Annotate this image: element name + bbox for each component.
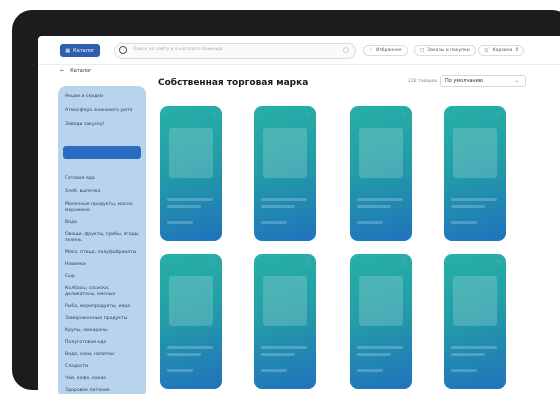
sidebar-item[interactable]: Акции и скидки	[65, 94, 141, 100]
category-sidebar: Акции и скидки Атмосфера знакомого уюта …	[58, 86, 146, 394]
product-price-placeholder	[261, 369, 287, 372]
product-name-placeholder	[261, 198, 307, 201]
product-card[interactable]: ♡	[254, 106, 316, 241]
chevron-down-icon: ⌄	[514, 78, 519, 84]
product-name-placeholder	[357, 198, 403, 201]
sidebar-item[interactable]: Вода	[65, 220, 141, 226]
sidebar-item[interactable]: Готовая еда	[65, 176, 141, 182]
product-name-placeholder	[357, 353, 391, 356]
arrow-left-icon: ←	[60, 68, 65, 74]
product-name-placeholder	[167, 205, 201, 208]
cart-count: 0	[515, 48, 519, 53]
product-price-placeholder	[451, 369, 477, 372]
sidebar-item[interactable]: Хлеб, выпечка	[65, 189, 141, 195]
sidebar-item[interactable]: Атмосфера знакомого уюта	[65, 108, 141, 114]
cart-button[interactable]: 🛒 Корзина 0	[478, 45, 525, 56]
sidebar-item[interactable]: Вода, соки, напитки	[65, 352, 141, 358]
product-card[interactable]: ♡	[444, 254, 506, 389]
grid-icon: ▦	[65, 47, 71, 54]
sidebar-item[interactable]: Мясо, птица, полуфабрикаты	[65, 250, 141, 256]
product-name-placeholder	[357, 205, 391, 208]
orders-button[interactable]: ▢ Заказы и покупки	[414, 45, 476, 56]
product-name-placeholder	[451, 353, 485, 356]
product-image	[263, 276, 307, 326]
product-name-placeholder	[451, 346, 497, 349]
sidebar-item[interactable]: Здоровое питание	[65, 388, 141, 394]
product-card[interactable]: ♡	[350, 254, 412, 389]
cart-icon: 🛒	[484, 48, 490, 53]
search-icon	[119, 46, 127, 54]
sidebar-item[interactable]: Сыр	[65, 274, 141, 280]
product-card[interactable]: ♡	[350, 106, 412, 241]
page-title: Собственная торговая марка	[158, 78, 309, 88]
search-placeholder: Поиск по сайту и в каталоге бомонда	[133, 47, 223, 52]
header-bar: ▦ Каталог Поиск по сайту и в каталоге бо…	[38, 36, 560, 65]
heart-icon[interactable]: ♡	[495, 112, 500, 119]
product-price-placeholder	[261, 221, 287, 224]
product-card[interactable]: ♡	[444, 106, 506, 241]
heart-icon[interactable]: ♡	[305, 260, 310, 267]
product-price-placeholder	[357, 221, 383, 224]
back-link[interactable]: ← Каталог	[60, 68, 92, 74]
sidebar-item[interactable]: Колбасы, сосиски, деликатесы, мясные	[65, 286, 141, 298]
heart-icon[interactable]: ♡	[211, 112, 216, 119]
product-image	[169, 128, 213, 178]
product-image	[453, 276, 497, 326]
sidebar-item[interactable]: Рыба, морепродукты, икра	[65, 304, 141, 310]
cart-label: Корзина	[492, 48, 513, 53]
heart-icon[interactable]: ♡	[211, 260, 216, 267]
sidebar-item[interactable]: Чай, кофе, какао	[65, 376, 141, 382]
product-name-placeholder	[261, 205, 295, 208]
product-name-placeholder	[261, 346, 307, 349]
clear-search-icon[interactable]: ○	[343, 46, 349, 55]
product-card[interactable]: ♡	[160, 254, 222, 389]
product-name-placeholder	[357, 346, 403, 349]
sidebar-item[interactable]: Полуготовая еда	[65, 340, 141, 346]
product-price-placeholder	[451, 221, 477, 224]
product-image	[359, 276, 403, 326]
sidebar-item[interactable]: Овощи, фрукты, грибы, ягоды, зелень	[65, 232, 141, 244]
product-price-placeholder	[357, 369, 383, 372]
product-name-placeholder	[451, 198, 497, 201]
search-input[interactable]: Поиск по сайту и в каталоге бомонда ○	[114, 43, 356, 59]
browser-screen: ▦ Каталог Поиск по сайту и в каталоге бо…	[38, 36, 560, 394]
box-icon: ▢	[420, 48, 425, 53]
sort-select[interactable]: По умолчанию ⌄	[440, 75, 526, 87]
product-card[interactable]: ♡	[254, 254, 316, 389]
product-image	[453, 128, 497, 178]
product-name-placeholder	[261, 353, 295, 356]
heart-icon: ♡	[369, 48, 374, 53]
sidebar-item[interactable]: Сладости	[65, 364, 141, 370]
sidebar-item[interactable]: Крупы, макароны	[65, 328, 141, 334]
catalog-button-label: Каталог	[73, 47, 95, 54]
product-image	[263, 128, 307, 178]
product-card[interactable]: ♡	[160, 106, 222, 241]
orders-label: Заказы и покупки	[427, 48, 470, 53]
sidebar-item[interactable]: Заведи закуску!	[65, 122, 141, 128]
heart-icon[interactable]: ♡	[305, 112, 310, 119]
product-name-placeholder	[167, 198, 213, 201]
heart-icon[interactable]: ♡	[495, 260, 500, 267]
product-name-placeholder	[167, 346, 213, 349]
product-image	[169, 276, 213, 326]
sidebar-item[interactable]: Новинки	[65, 262, 141, 268]
favorites-button[interactable]: ♡ Избранное	[363, 45, 408, 56]
sidebar-item[interactable]: Молочные продукты, масло, морожено	[65, 202, 141, 214]
device-frame: ▦ Каталог Поиск по сайту и в каталоге бо…	[12, 10, 560, 394]
heart-icon[interactable]: ♡	[401, 112, 406, 119]
product-image	[359, 128, 403, 178]
sidebar-item[interactable]: Замороженные продукты	[65, 316, 141, 322]
back-label: Каталог	[70, 68, 92, 74]
sort-value: По умолчанию	[445, 78, 484, 84]
product-name-placeholder	[451, 205, 485, 208]
product-price-placeholder	[167, 369, 193, 372]
catalog-button[interactable]: ▦ Каталог	[60, 44, 100, 57]
sidebar-active-highlight[interactable]	[63, 146, 141, 159]
product-name-placeholder	[167, 353, 201, 356]
heart-icon[interactable]: ♡	[401, 260, 406, 267]
favorites-label: Избранное	[376, 48, 402, 53]
product-price-placeholder	[167, 221, 193, 224]
product-count: 218 товаров	[408, 79, 438, 84]
